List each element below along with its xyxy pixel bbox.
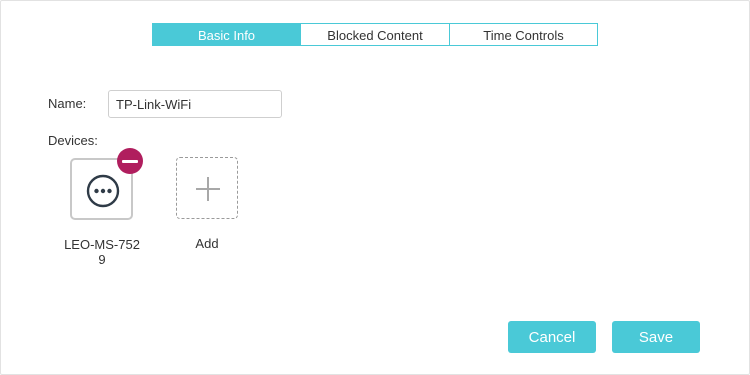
add-device-label: Add	[195, 236, 219, 251]
cancel-button[interactable]: Cancel	[508, 321, 596, 353]
name-label: Name:	[48, 96, 87, 111]
tab-bar: Basic Info Blocked Content Time Controls	[152, 23, 598, 46]
remove-device-button[interactable]	[117, 148, 143, 174]
name-input[interactable]	[108, 90, 282, 118]
more-horizontal-icon	[86, 174, 120, 208]
save-button[interactable]: Save	[612, 321, 700, 353]
minus-icon	[122, 159, 138, 163]
device-name: LEO-MS-7529	[64, 237, 140, 267]
add-device-button[interactable]	[176, 157, 238, 219]
tab-time-controls[interactable]: Time Controls	[450, 23, 598, 46]
tab-basic-info[interactable]: Basic Info	[152, 23, 301, 46]
devices-label: Devices:	[48, 133, 98, 148]
plus-icon	[196, 177, 220, 201]
tab-blocked-content[interactable]: Blocked Content	[301, 23, 450, 46]
